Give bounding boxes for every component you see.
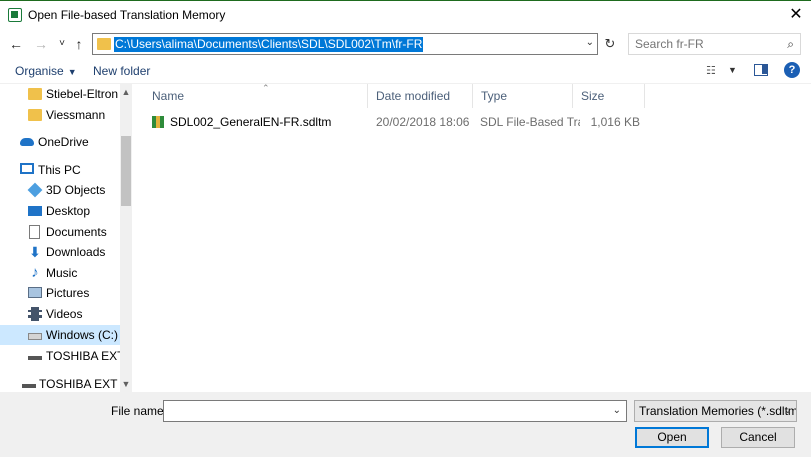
sdltm-file-icon <box>152 116 164 128</box>
downloads-icon: ⬇ <box>29 244 41 260</box>
preview-pane-icon[interactable] <box>754 64 768 76</box>
up-button[interactable]: ↑ <box>69 34 89 54</box>
usb-drive-icon <box>28 356 42 360</box>
open-button[interactable]: Open <box>635 427 709 448</box>
file-name-input[interactable] <box>164 401 604 421</box>
file-type-filter[interactable]: Translation Memories (*.sdltm) ⌄ <box>634 400 797 422</box>
organise-button[interactable]: Organise ▼ <box>15 64 77 78</box>
column-header-size[interactable]: Size <box>573 84 645 108</box>
scrollbar-thumb[interactable] <box>121 136 131 206</box>
chevron-down-icon[interactable]: ⌄ <box>613 405 621 416</box>
command-toolbar: Organise ▼ New folder ☷ ▼ ? <box>0 58 811 84</box>
sidebar-item-stiebel-eltron[interactable]: Stiebel-Eltron <box>0 84 120 104</box>
navigation-pane[interactable]: Stiebel-Eltron Viessmann OneDrive This P… <box>0 84 132 392</box>
caret-down-icon: ▼ <box>67 67 77 77</box>
search-box[interactable]: ⌕ <box>628 33 801 55</box>
sidebar-item-pictures[interactable]: Pictures <box>0 283 120 303</box>
forward-button[interactable]: → <box>31 34 51 54</box>
sidebar-item-downloads[interactable]: ⬇ Downloads <box>0 242 120 262</box>
trados-app-icon <box>8 8 22 22</box>
column-header-date-modified[interactable]: Date modified <box>368 84 473 108</box>
scroll-up-icon[interactable]: ▲ <box>120 87 132 97</box>
file-name-combobox[interactable]: ⌄ <box>163 400 627 422</box>
back-button[interactable]: ← <box>6 34 26 54</box>
sidebar-item-videos[interactable]: Videos <box>0 304 120 324</box>
view-options-icon[interactable]: ☷ <box>706 64 716 77</box>
sidebar-item-music[interactable]: ♪ Music <box>0 263 120 283</box>
music-icon: ♪ <box>31 264 39 281</box>
sidebar-item-windows-c[interactable]: Windows (C:) <box>0 325 120 345</box>
sort-ascending-icon: ⌃ <box>262 83 270 93</box>
documents-icon <box>29 225 40 239</box>
dialog-footer: File name: ⌄ Translation Memories (*.sdl… <box>0 392 811 457</box>
sidebar-item-desktop[interactable]: Desktop <box>0 201 120 221</box>
usb-drive-icon <box>22 384 36 388</box>
column-header-name[interactable]: ⌃ Name <box>144 83 368 108</box>
address-bar[interactable]: C:\Users\alima\Documents\Clients\SDL\SDL… <box>92 33 598 55</box>
title-bar: Open File-based Translation Memory ✕ <box>0 0 811 30</box>
file-list: ⌃ Name Date modified Type Size SDL002_Ge… <box>138 83 811 392</box>
this-pc-icon <box>20 163 34 174</box>
folder-icon <box>28 109 42 121</box>
sidebar-item-documents[interactable]: Documents <box>0 222 120 242</box>
new-folder-button[interactable]: New folder <box>93 64 150 78</box>
drive-icon <box>28 333 42 340</box>
desktop-icon <box>28 206 42 216</box>
address-path[interactable]: C:\Users\alima\Documents\Clients\SDL\SDL… <box>114 37 424 52</box>
search-input[interactable] <box>629 34 769 54</box>
search-icon[interactable]: ⌕ <box>787 37 794 52</box>
file-type: SDL File-Based Tra... <box>480 115 580 129</box>
file-size: 1,016 KB <box>590 115 640 129</box>
file-name-label: File name: <box>111 404 168 418</box>
sidebar-item-viessmann[interactable]: Viessmann <box>0 105 120 125</box>
window-title: Open File-based Translation Memory <box>28 8 226 22</box>
pictures-icon <box>28 287 42 298</box>
column-header-type[interactable]: Type <box>473 84 573 108</box>
file-date-modified: 20/02/2018 18:06 <box>376 115 470 129</box>
chevron-down-icon[interactable]: ⌄ <box>586 37 594 48</box>
help-icon[interactable]: ? <box>784 62 800 78</box>
onedrive-icon <box>20 138 34 146</box>
scroll-down-icon[interactable]: ▼ <box>120 379 132 389</box>
view-options-caret-icon[interactable]: ▼ <box>728 65 737 75</box>
sidebar-item-toshiba-ext-e[interactable]: TOSHIBA EXT (E: <box>0 346 120 366</box>
sidebar-item-this-pc[interactable]: This PC <box>0 160 120 180</box>
address-row: ← → ˅ ↑ C:\Users\alima\Documents\Clients… <box>0 30 811 58</box>
folder-icon <box>97 38 111 50</box>
refresh-button[interactable]: ↻ <box>600 33 620 55</box>
navigation-scrollbar[interactable]: ▲ ▼ <box>120 84 132 392</box>
sidebar-item-toshiba-ext-e-root[interactable]: TOSHIBA EXT (E:) <box>0 374 120 392</box>
folder-icon <box>28 88 42 100</box>
videos-icon <box>28 307 42 321</box>
sidebar-item-3d-objects[interactable]: 3D Objects <box>0 180 120 200</box>
close-button[interactable]: ✕ <box>781 1 811 29</box>
file-name: SDL002_GeneralEN-FR.sdltm <box>170 115 332 129</box>
file-row[interactable]: SDL002_GeneralEN-FR.sdltm 20/02/2018 18:… <box>146 112 786 132</box>
sidebar-item-onedrive[interactable]: OneDrive <box>0 132 120 152</box>
3d-objects-icon <box>27 182 43 198</box>
chevron-down-icon[interactable]: ⌄ <box>784 401 792 421</box>
cancel-button[interactable]: Cancel <box>721 427 795 448</box>
